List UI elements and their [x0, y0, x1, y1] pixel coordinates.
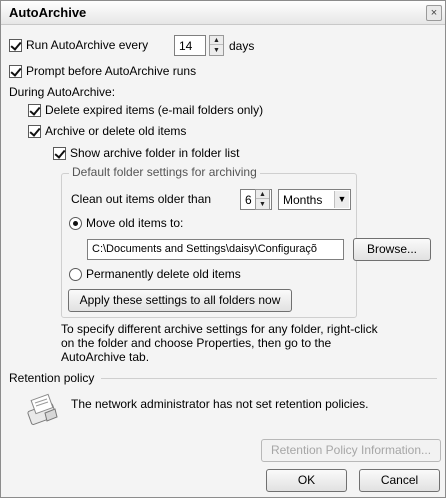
prompt-before-checkbox[interactable] [9, 64, 22, 78]
run-autoarchive-label: Run AutoArchive every [26, 38, 149, 52]
spin-up-icon[interactable]: ▲ [256, 190, 269, 199]
retention-policy-title: Retention policy [9, 371, 95, 385]
clean-out-unit-value: Months [283, 193, 323, 207]
clean-out-spinner[interactable]: ▲ ▼ [255, 189, 270, 210]
close-icon[interactable]: × [426, 5, 442, 21]
move-old-items-radio[interactable] [69, 216, 82, 230]
clean-out-unit-select[interactable]: Months ▼ [278, 189, 351, 210]
spin-up-icon[interactable]: ▲ [210, 36, 223, 45]
retention-info-button[interactable]: Retention Policy Information... [261, 439, 441, 462]
prompt-before-row: Prompt before AutoArchive runs [9, 64, 196, 78]
archive-path-input[interactable]: C:\Documents and Settings\daisy\Configur… [87, 239, 344, 260]
archive-info-line1: To specify different archive settings fo… [61, 322, 378, 336]
chevron-down-icon[interactable]: ▼ [334, 191, 349, 208]
show-archive-folder-checkbox[interactable] [53, 146, 66, 160]
archive-info-line3: AutoArchive tab. [61, 350, 150, 364]
archive-info-line2: on the folder and choose Properties, the… [61, 336, 332, 350]
permanently-delete-radio[interactable] [69, 267, 82, 281]
run-autoarchive-checkbox[interactable] [9, 38, 22, 52]
permanently-delete-row: Permanently delete old items [69, 267, 241, 281]
run-autoarchive-row: Run AutoArchive every [9, 38, 148, 52]
spin-down-icon[interactable]: ▼ [256, 200, 269, 209]
window-title: AutoArchive [9, 5, 87, 20]
archive-old-row: Archive or delete old items [28, 124, 186, 138]
retention-message: The network administrator has not set re… [71, 397, 369, 411]
during-autoarchive-label: During AutoArchive: [9, 85, 116, 99]
delete-expired-checkbox[interactable] [28, 103, 41, 117]
cancel-button[interactable]: Cancel [359, 469, 440, 492]
run-days-unit: days [229, 39, 255, 53]
prompt-before-label: Prompt before AutoArchive runs [26, 64, 197, 78]
archive-old-label: Archive or delete old items [45, 124, 187, 138]
apply-settings-button[interactable]: Apply these settings to all folders now [68, 289, 292, 312]
autoarchive-dialog: AutoArchive × Run AutoArchive every 14 ▲… [0, 0, 446, 498]
show-archive-folder-row: Show archive folder in folder list [53, 146, 239, 160]
spin-down-icon[interactable]: ▼ [210, 46, 223, 55]
default-folder-settings-title: Default folder settings for archiving [69, 165, 260, 179]
retention-policy-icon [25, 393, 61, 427]
run-days-spinner[interactable]: ▲ ▼ [209, 35, 224, 56]
show-archive-folder-label: Show archive folder in folder list [70, 146, 240, 160]
run-days-input[interactable]: 14 [174, 35, 206, 56]
archive-old-checkbox[interactable] [28, 124, 41, 138]
browse-button[interactable]: Browse... [353, 238, 431, 261]
title-bar: AutoArchive × [1, 1, 445, 25]
move-old-items-label: Move old items to: [86, 216, 184, 230]
clean-out-label: Clean out items older than [71, 192, 212, 206]
move-old-items-row: Move old items to: [69, 216, 183, 230]
ok-button[interactable]: OK [266, 469, 347, 492]
retention-separator [101, 378, 437, 379]
delete-expired-label: Delete expired items (e-mail folders onl… [45, 103, 264, 117]
delete-expired-row: Delete expired items (e-mail folders onl… [28, 103, 263, 117]
permanently-delete-label: Permanently delete old items [86, 267, 241, 281]
